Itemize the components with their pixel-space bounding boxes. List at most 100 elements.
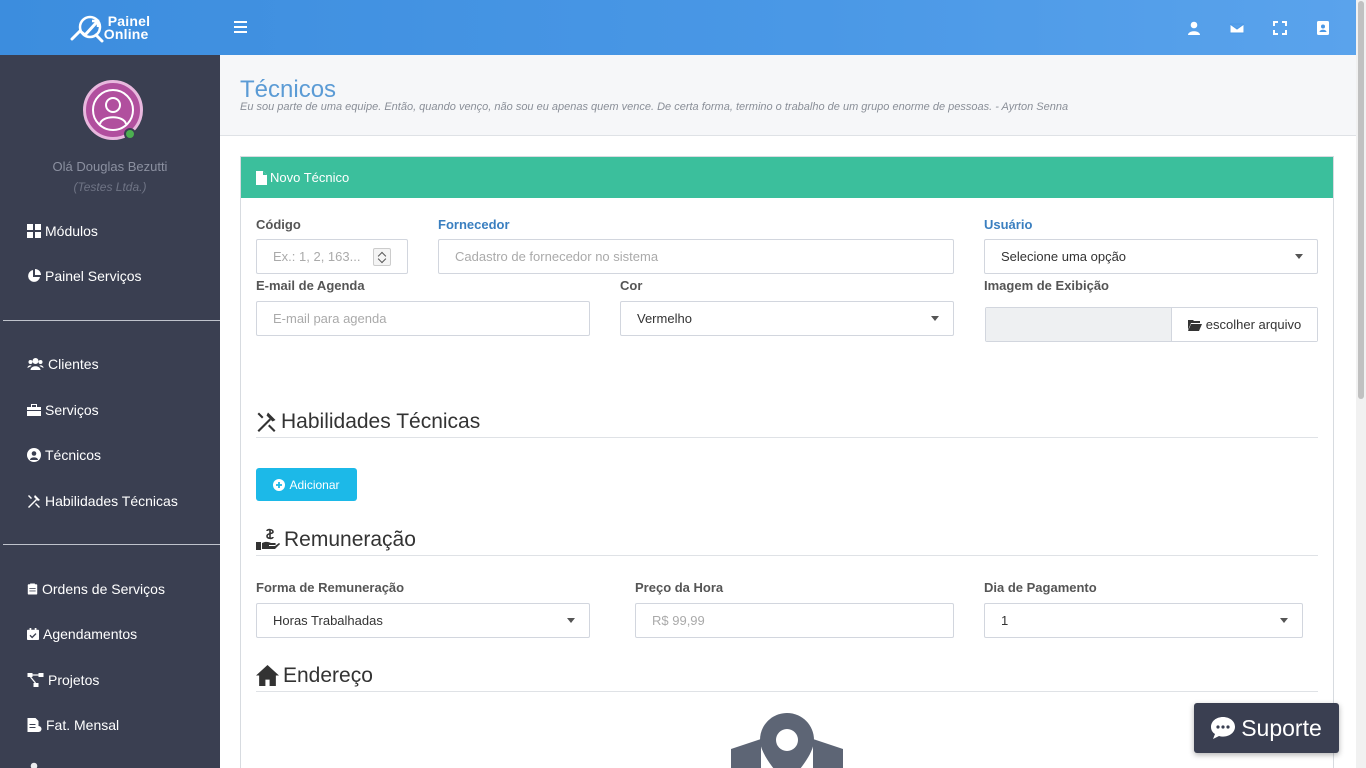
sidebar-divider (3, 544, 220, 545)
pie-chart-icon (28, 269, 41, 282)
tools-icon (257, 412, 276, 432)
brand-line-2: Online (103, 25, 149, 42)
imagem-label: Imagem de Exibição (984, 278, 1109, 293)
forma-remuneracao-select[interactable]: Horas Trabalhadas (256, 603, 590, 638)
sidebar-item-label: Serviços (45, 402, 99, 418)
sidebar-item-agendamentos[interactable]: Agendamentos (27, 624, 137, 644)
sidebar-item-servicos[interactable]: Serviços (27, 400, 99, 420)
sidebar-item-tecnicos[interactable]: Técnicos (27, 445, 101, 465)
sidebar-item-projetos[interactable]: Projetos (27, 670, 99, 690)
scrollbar-thumb[interactable] (1358, 1, 1364, 399)
user-company: (Testes Ltda.) (73, 180, 147, 194)
envelope-icon[interactable] (1215, 0, 1258, 55)
sidebar-item-label: Fat. Mensal (46, 717, 120, 733)
fullscreen-icon[interactable] (1258, 0, 1301, 55)
page-title: Técnicos (240, 76, 337, 103)
sidebar-item-habilidades-tecnicas[interactable]: Habilidades Técnicas (27, 491, 178, 511)
support-label: Suporte (1241, 714, 1322, 741)
preco-hora-placeholder: R$ 99,99 (652, 613, 705, 628)
choose-file-button[interactable]: escolher arquivo (1171, 308, 1317, 341)
sidebar-item-label: Ordens de Serviços (42, 581, 165, 597)
user-greeting: Olá Douglas Bezutti (52, 159, 168, 174)
support-chat-button[interactable]: Suporte (1194, 703, 1339, 753)
file-icon (256, 170, 267, 185)
habilidades-section-title: Habilidades Técnicas (281, 410, 481, 433)
tools-icon (28, 495, 40, 508)
sidebar-item-ordens-servicos[interactable]: Ordens de Serviços (27, 579, 165, 599)
imagem-file-input[interactable]: escolher arquivo (985, 307, 1318, 342)
sidebar-item-label: Painel Serviços (45, 268, 142, 284)
briefcase-icon (27, 404, 41, 416)
sidebar-item-clientes[interactable]: Clientes (27, 354, 99, 374)
brand-logo[interactable]: Painel Online (0, 0, 220, 55)
chevron-down-icon (1295, 254, 1303, 259)
endereco-section-title: Endereço (283, 664, 373, 687)
sidebar-item-label: Habilidades Técnicas (45, 493, 178, 509)
email-agenda-label: E-mail de Agenda (256, 278, 365, 293)
user-icon[interactable] (1172, 0, 1215, 55)
sidebar-item-label: Projetos (48, 672, 100, 688)
page-quote: Eu sou parte de uma equipe. Então, quand… (240, 101, 1069, 113)
habilidades-section-header: Habilidades Técnicas (256, 400, 1318, 438)
usuario-label[interactable]: Usuário (984, 217, 1032, 232)
email-agenda-input[interactable]: E-mail para agenda (256, 301, 590, 336)
map-marker-icon (731, 713, 843, 768)
sidebar-item-painel-servicos[interactable]: Painel Serviços (27, 266, 142, 286)
choose-file-label: escolher arquivo (1205, 317, 1302, 332)
user-circle-icon (27, 448, 41, 462)
file-name-display (986, 308, 1171, 341)
dia-pagamento-select[interactable]: 1 (984, 603, 1303, 638)
chevron-down-icon (931, 316, 939, 321)
usuario-selected-value: Selecione uma opção (1001, 249, 1127, 264)
preco-hora-input[interactable]: R$ 99,99 (635, 603, 954, 638)
sidebar-divider (3, 320, 220, 321)
usuario-select[interactable]: Selecione uma opção (984, 239, 1318, 274)
card-title: Novo Técnico (270, 170, 350, 185)
remuneracao-section-header: Remuneração (256, 518, 1318, 556)
plus-circle-icon (273, 478, 286, 491)
remuneracao-section-title: Remuneração (284, 528, 416, 551)
fornecedor-label[interactable]: Fornecedor (438, 217, 510, 232)
sidebar-item-partial[interactable] (27, 759, 45, 768)
sidebar-item-fat-mensal[interactable]: Fat. Mensal (27, 715, 119, 735)
sidebar-item-label: Agendamentos (43, 626, 138, 642)
forma-remuneracao-label: Forma de Remuneração (256, 580, 405, 595)
vertical-scrollbar[interactable] (1356, 0, 1366, 768)
sidebar-item-modulos[interactable]: Módulos (27, 221, 98, 241)
sidebar-item-label: Clientes (48, 356, 99, 372)
users-icon (27, 358, 44, 370)
codigo-label: Código (256, 217, 301, 232)
page-header: Técnicos Eu sou parte de uma equipe. Ent… (220, 55, 1356, 136)
user-avatar-icon (92, 89, 134, 131)
clipboard-icon (27, 583, 38, 595)
menu-toggle-icon[interactable] (232, 18, 250, 36)
logo-chart-icon (70, 15, 104, 42)
forma-remuneracao-value: Horas Trabalhadas (273, 613, 383, 628)
user-icon (30, 762, 38, 768)
address-book-icon[interactable] (1301, 0, 1344, 55)
home-icon (256, 665, 279, 686)
chevron-down-icon (567, 618, 575, 623)
cor-label: Cor (620, 278, 643, 293)
comment-dots-icon (1211, 717, 1236, 739)
preco-hora-label: Preço da Hora (635, 580, 724, 595)
invoice-icon (27, 718, 42, 732)
codigo-placeholder: Ex.: 1, 2, 163... (273, 249, 361, 264)
folder-open-icon (1187, 319, 1202, 331)
top-navbar: Painel Online (0, 0, 1356, 55)
card-header: Novo Técnico (241, 157, 1333, 198)
hand-money-icon (256, 528, 280, 550)
add-skill-button[interactable]: Adicionar (256, 468, 357, 501)
number-spinner-icon[interactable] (373, 248, 391, 266)
chevron-down-icon (1280, 618, 1288, 623)
fornecedor-placeholder: Cadastro de fornecedor no sistema (455, 249, 659, 264)
online-status-indicator (124, 128, 136, 140)
codigo-input[interactable]: Ex.: 1, 2, 163... (256, 239, 408, 274)
add-skill-label: Adicionar (289, 477, 340, 492)
fornecedor-input[interactable]: Cadastro de fornecedor no sistema (438, 239, 954, 274)
grid-icon (27, 224, 41, 238)
project-diagram-icon (27, 673, 44, 687)
cor-select[interactable]: Vermelho (620, 301, 954, 336)
new-technician-card: Novo Técnico Código Ex.: 1, 2, 163... Fo… (240, 156, 1334, 768)
endereco-section-header: Endereço (256, 654, 1318, 692)
